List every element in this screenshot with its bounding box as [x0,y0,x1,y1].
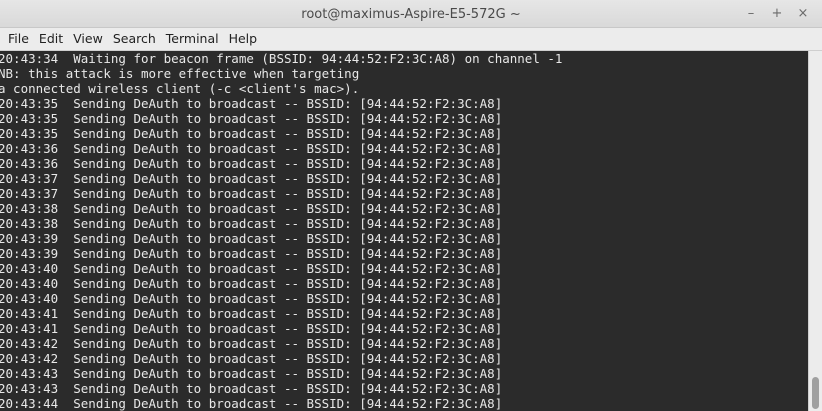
minimize-button[interactable]: – [742,5,760,23]
menu-edit[interactable]: Edit [34,28,68,50]
terminal-line: 20:43:41 Sending DeAuth to broadcast -- … [0,306,503,321]
title-bar[interactable]: root@maximus-Aspire-E5-572G ~ – + × [0,0,822,28]
terminal-line: 20:43:35 Sending DeAuth to broadcast -- … [0,111,503,126]
terminal-line: 20:43:38 Sending DeAuth to broadcast -- … [0,201,503,216]
terminal-line: 20:43:41 Sending DeAuth to broadcast -- … [0,321,503,336]
terminal-line: 20:43:34 Waiting for beacon frame (BSSID… [0,51,563,66]
menu-help[interactable]: Help [224,28,263,50]
terminal-line: 20:43:37 Sending DeAuth to broadcast -- … [0,171,503,186]
scrollbar-thumb[interactable] [812,377,819,409]
terminal-line: 20:43:40 Sending DeAuth to broadcast -- … [0,291,503,306]
maximize-button[interactable]: + [768,5,786,23]
terminal-line: 20:43:38 Sending DeAuth to broadcast -- … [0,216,503,231]
terminal-line: 20:43:40 Sending DeAuth to broadcast -- … [0,261,503,276]
terminal-line: 20:43:42 Sending DeAuth to broadcast -- … [0,351,503,366]
terminal-line: 20:43:36 Sending DeAuth to broadcast -- … [0,141,503,156]
menu-search[interactable]: Search [108,28,161,50]
terminal-line: 20:43:35 Sending DeAuth to broadcast -- … [0,126,503,141]
terminal-line: 20:43:42 Sending DeAuth to broadcast -- … [0,336,503,351]
terminal-line: 20:43:43 Sending DeAuth to broadcast -- … [0,381,503,396]
menu-file[interactable]: File [3,28,34,50]
terminal-window: root@maximus-Aspire-E5-572G ~ – + × File… [0,0,822,411]
terminal-line: 20:43:36 Sending DeAuth to broadcast -- … [0,156,503,171]
terminal-line: 20:43:40 Sending DeAuth to broadcast -- … [0,276,503,291]
window-title: root@maximus-Aspire-E5-572G ~ [301,7,521,22]
terminal-output[interactable]: 20:43:34 Waiting for beacon frame (BSSID… [0,51,808,411]
terminal-line: 20:43:37 Sending DeAuth to broadcast -- … [0,186,503,201]
terminal-line: 20:43:35 Sending DeAuth to broadcast -- … [0,96,503,111]
menu-bar: File Edit View Search Terminal Help [0,28,822,51]
terminal-line: 20:43:39 Sending DeAuth to broadcast -- … [0,231,503,246]
terminal-line: 20:43:39 Sending DeAuth to broadcast -- … [0,246,503,261]
window-controls: – + × [742,0,812,28]
menu-view[interactable]: View [68,28,108,50]
terminal-line: NB: this attack is more effective when t… [0,66,360,81]
terminal-line: a connected wireless client (-c <client'… [0,81,360,96]
terminal-scrollbar[interactable] [808,51,822,411]
menu-terminal[interactable]: Terminal [161,28,224,50]
terminal-line: 20:43:44 Sending DeAuth to broadcast -- … [0,396,503,411]
close-button[interactable]: × [794,5,812,23]
terminal-line: 20:43:43 Sending DeAuth to broadcast -- … [0,366,503,381]
